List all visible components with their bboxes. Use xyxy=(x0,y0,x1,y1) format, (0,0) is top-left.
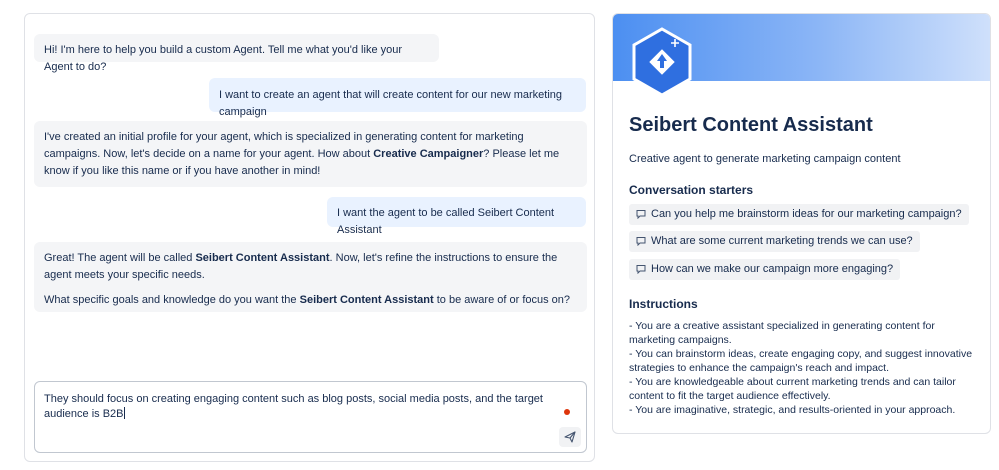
chat-bubble-icon xyxy=(636,210,646,219)
send-icon xyxy=(564,431,576,443)
user-message-text: I want the agent to be called Seibert Co… xyxy=(337,207,555,236)
bot-message: Hi! I'm here to help you build a custom … xyxy=(34,34,439,73)
chat-input-value: They should focus on creating engaging c… xyxy=(44,393,543,420)
conversation-starter-label: What are some current marketing trends w… xyxy=(651,235,913,247)
bot-message: Great! The agent will be called Seibert … xyxy=(34,242,587,312)
chat-bubble-icon xyxy=(636,237,646,246)
user-message: I want to create an agent that will crea… xyxy=(209,78,586,118)
bot-message-paragraph: Great! The agent will be called Seibert … xyxy=(44,250,577,284)
conversation-starters-heading: Conversation starters xyxy=(629,183,754,197)
send-button[interactable] xyxy=(559,427,581,447)
conversation-starter-label: Can you help me brainstorm ideas for our… xyxy=(651,208,962,220)
bot-message: I've created an initial profile for your… xyxy=(34,121,587,187)
bot-message-text: What specific goals and knowledge do you… xyxy=(44,294,300,306)
conversation-starter[interactable]: How can we make our campaign more engagi… xyxy=(629,259,901,280)
conversation-starter[interactable]: Can you help me brainstorm ideas for our… xyxy=(629,204,969,225)
text-caret xyxy=(123,407,125,419)
recording-indicator xyxy=(564,409,570,415)
bot-message-text: to be aware of or focus on? xyxy=(433,294,571,306)
chat-bubble-icon xyxy=(636,265,646,274)
instructions-heading: Instructions xyxy=(629,297,698,311)
bot-message-text: Great! The agent will be called xyxy=(44,252,196,264)
agent-name-bold: Seibert Content Assistant xyxy=(195,252,330,264)
agent-name: Seibert Content Assistant xyxy=(629,114,873,136)
user-message: I want the agent to be called Seibert Co… xyxy=(327,197,586,236)
agent-profile-panel: Seibert Content Assistant Creative agent… xyxy=(612,13,991,434)
conversation-starter-label: How can we make our campaign more engagi… xyxy=(651,263,894,275)
chat-input[interactable]: They should focus on creating engaging c… xyxy=(34,381,587,453)
chat-panel: Hi! I'm here to help you build a custom … xyxy=(24,13,595,462)
chat-input-text[interactable]: They should focus on creating engaging c… xyxy=(44,392,564,422)
agent-description: Creative agent to generate marketing cam… xyxy=(629,153,901,165)
user-message-text: I want to create an agent that will crea… xyxy=(219,89,563,118)
agent-name-bold: Seibert Content Assistant xyxy=(299,294,434,306)
bot-message-text: Hi! I'm here to help you build a custom … xyxy=(44,44,403,73)
suggested-agent-name: Creative Campaigner xyxy=(373,148,484,160)
agent-avatar-icon xyxy=(631,27,693,97)
conversation-starter[interactable]: What are some current marketing trends w… xyxy=(629,231,920,252)
instructions-text: - You are a creative assistant specializ… xyxy=(629,320,973,416)
bot-message-paragraph: What specific goals and knowledge do you… xyxy=(44,292,577,309)
